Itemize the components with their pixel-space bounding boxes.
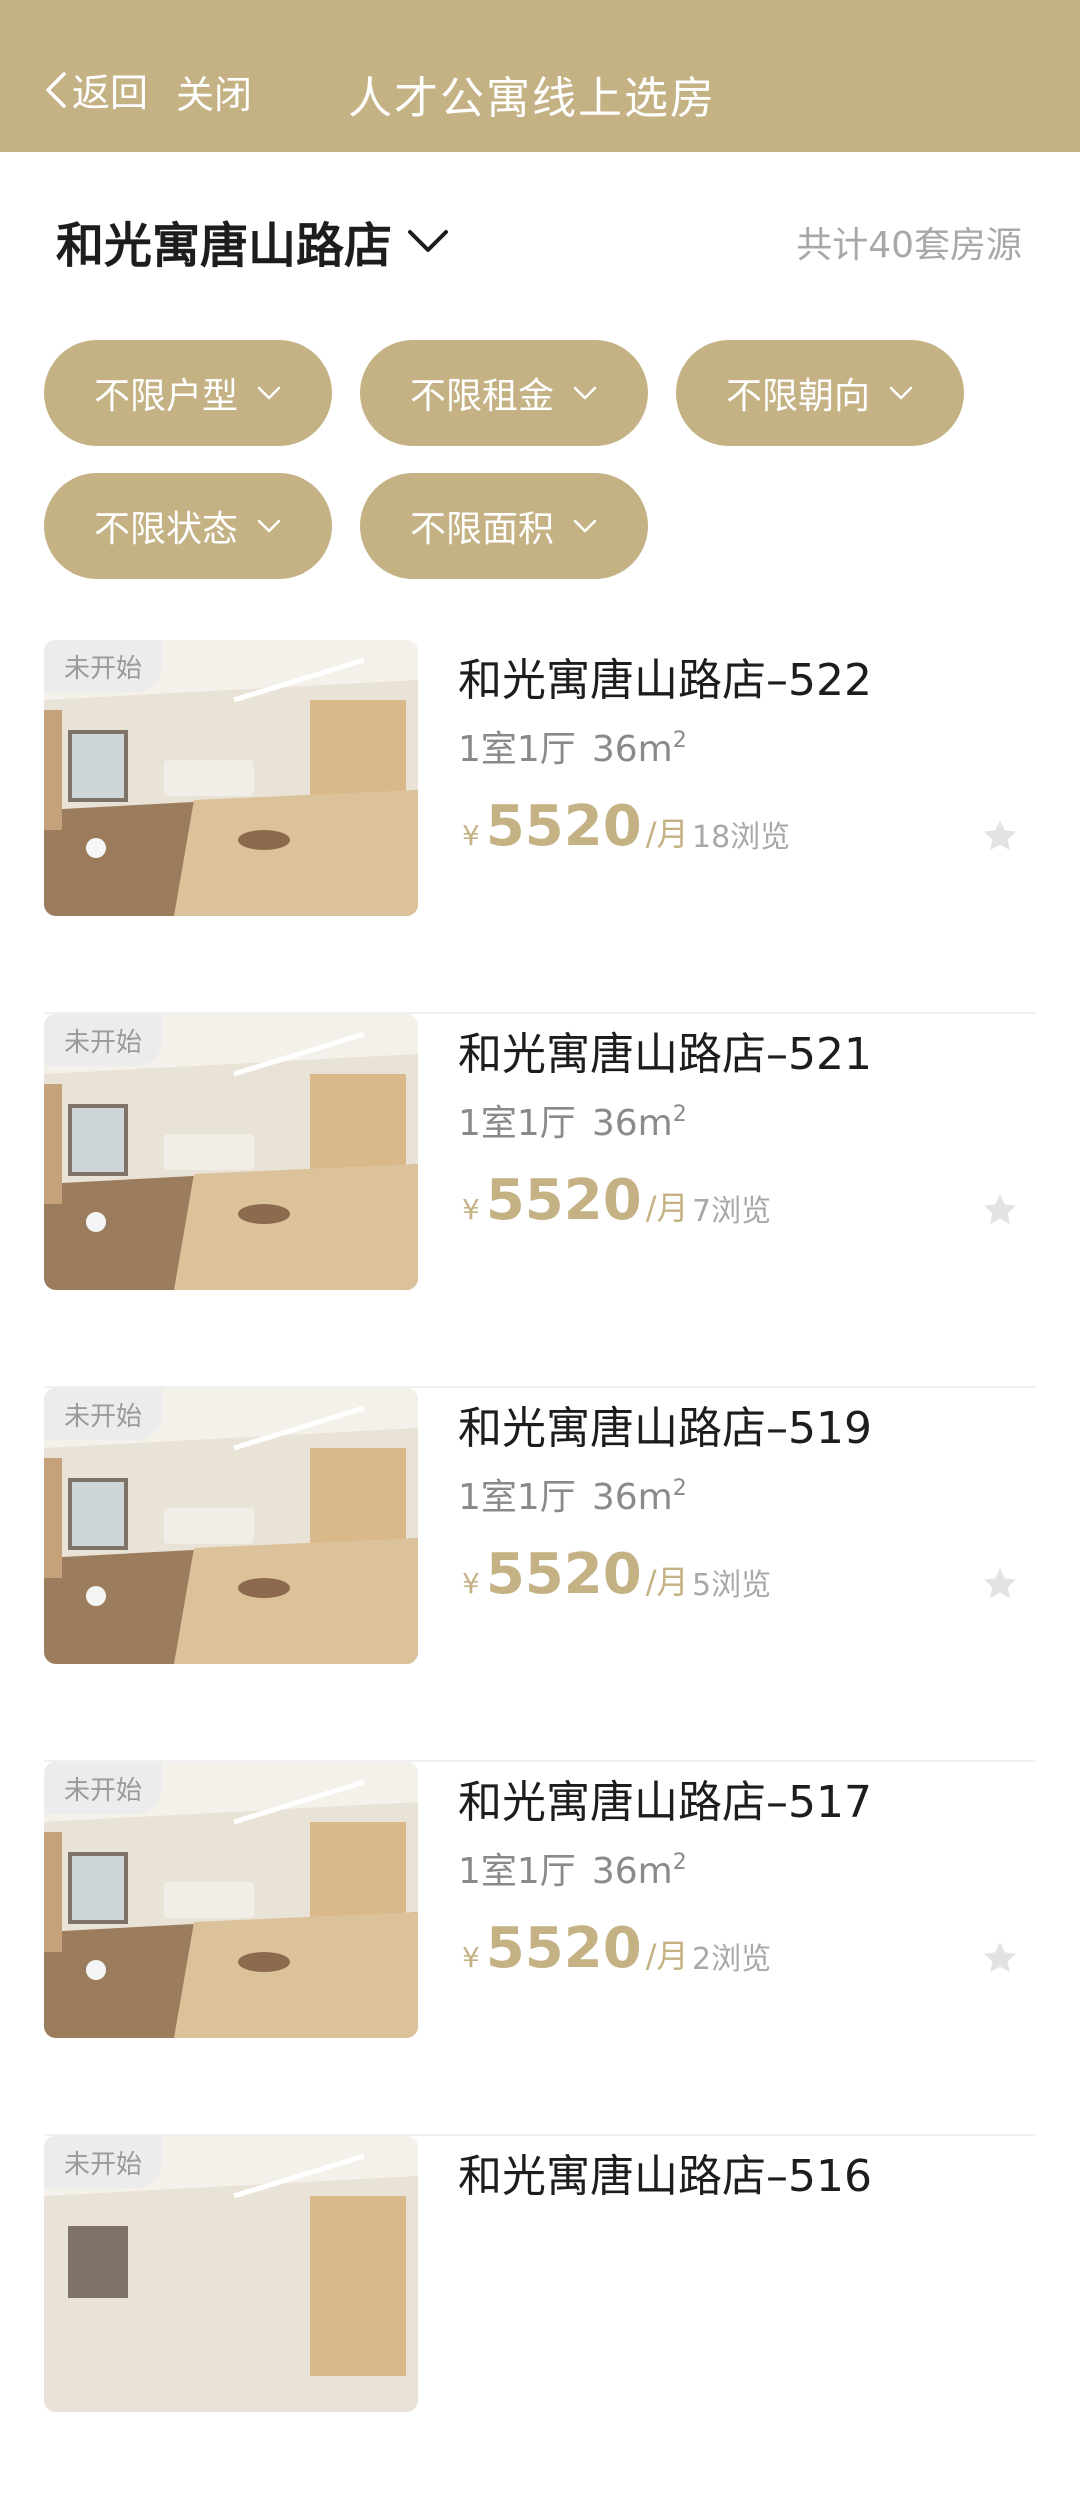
listing-item[interactable]: 未开始 和光寓唐山路店–522 1室1厅 36m2 ¥ 5520 /月 18浏览 xyxy=(0,640,1080,1014)
chevron-down-icon xyxy=(257,386,281,400)
filter-chip-layout[interactable]: 不限户型 xyxy=(44,340,332,446)
view-count: 7浏览 xyxy=(692,1194,772,1229)
chevron-left-icon xyxy=(46,71,66,108)
room-photo[interactable]: 未开始 xyxy=(44,1762,418,2038)
close-button[interactable]: 关闭 xyxy=(176,64,252,119)
listing-price: ¥ 5520 /月 xyxy=(462,1916,688,1981)
listing-specs: 1室1厅 36m2 xyxy=(458,1468,687,1520)
chevron-down-icon xyxy=(408,230,449,252)
favorite-button[interactable] xyxy=(980,1938,1020,1978)
area-text: 36m2 xyxy=(591,1102,687,1144)
filter-chip-rent[interactable]: 不限租金 xyxy=(360,340,648,446)
price-amount: 5520 xyxy=(485,1542,642,1607)
listing-specs: 1室1厅 36m2 xyxy=(458,720,687,772)
favorite-button[interactable] xyxy=(980,1190,1020,1230)
area-text: 36m2 xyxy=(591,1850,687,1892)
area-text: 36m2 xyxy=(591,728,687,770)
listing-title[interactable]: 和光寓唐山路店–522 xyxy=(458,644,872,708)
price-amount: 5520 xyxy=(485,794,642,859)
star-icon xyxy=(984,1942,1016,1973)
view-count: 5浏览 xyxy=(692,1568,772,1603)
top-bar: 返回 关闭 人才公寓线上选房 xyxy=(0,0,1080,152)
listing-item[interactable]: 未开始 和光寓唐山路店–516 xyxy=(0,2136,1080,2510)
price-unit: /月 xyxy=(645,1937,689,1975)
view-count: 2浏览 xyxy=(692,1942,772,1977)
listing-specs: 1室1厅 36m2 xyxy=(458,1842,687,1894)
store-selector[interactable]: 和光寓唐山路店 xyxy=(56,206,450,276)
listing-specs: 1室1厅 36m2 xyxy=(458,1094,687,1146)
filter-chip-status[interactable]: 不限状态 xyxy=(44,473,332,579)
price-amount: 5520 xyxy=(485,1168,642,1233)
layout-text: 1室1厅 xyxy=(458,1851,576,1892)
favorite-button[interactable] xyxy=(980,1564,1020,1604)
listing-item[interactable]: 未开始 和光寓唐山路店–517 1室1厅 36m2 ¥ 5520 /月 2浏览 xyxy=(0,1762,1080,2136)
currency-symbol: ¥ xyxy=(462,1567,480,1600)
store-row: 和光寓唐山路店 共计40套房源 xyxy=(0,200,1080,274)
status-badge: 未开始 xyxy=(44,1762,163,1814)
area-text: 36m2 xyxy=(591,1476,687,1518)
listing-price: ¥ 5520 /月 xyxy=(462,1542,688,1607)
view-count: 18浏览 xyxy=(692,820,791,855)
chevron-down-icon xyxy=(257,519,281,533)
listing-price: ¥ 5520 /月 xyxy=(462,794,688,859)
filter-chip-area[interactable]: 不限面积 xyxy=(360,473,648,579)
listing-title[interactable]: 和光寓唐山路店–516 xyxy=(458,2140,872,2204)
star-icon xyxy=(984,1194,1016,1225)
chevron-down-icon xyxy=(573,386,597,400)
page-title: 人才公寓线上选房 xyxy=(348,73,716,124)
currency-symbol: ¥ xyxy=(462,1941,480,1974)
filter-chip-label: 不限状态 xyxy=(93,509,238,550)
status-badge: 未开始 xyxy=(44,1388,163,1440)
listing-item[interactable]: 未开始 和光寓唐山路店–519 1室1厅 36m2 ¥ 5520 /月 5浏览 xyxy=(0,1388,1080,1762)
store-name: 和光寓唐山路店 xyxy=(56,218,393,274)
price-unit: /月 xyxy=(645,1189,689,1227)
layout-text: 1室1厅 xyxy=(458,729,576,770)
total-count: 共计40套房源 xyxy=(796,225,1022,266)
status-badge: 未开始 xyxy=(44,640,163,692)
price-unit: /月 xyxy=(645,1563,689,1601)
listing-item[interactable]: 未开始 和光寓唐山路店–521 1室1厅 36m2 ¥ 5520 /月 7浏览 xyxy=(0,1014,1080,1388)
layout-text: 1室1厅 xyxy=(458,1477,576,1518)
filter-chip-label: 不限朝向 xyxy=(725,376,870,417)
chevron-down-icon xyxy=(573,519,597,533)
listing-title[interactable]: 和光寓唐山路店–517 xyxy=(458,1766,872,1830)
favorite-button[interactable] xyxy=(980,816,1020,856)
room-photo[interactable]: 未开始 xyxy=(44,1014,418,1290)
chevron-down-icon xyxy=(889,386,913,400)
filter-chip-label: 不限租金 xyxy=(409,376,554,417)
currency-symbol: ¥ xyxy=(462,819,480,852)
filter-chip-label: 不限面积 xyxy=(409,509,554,550)
listing-title[interactable]: 和光寓唐山路店–521 xyxy=(458,1018,872,1082)
listing-price: ¥ 5520 /月 xyxy=(462,1168,688,1233)
room-photo[interactable]: 未开始 xyxy=(44,640,418,916)
price-amount: 5520 xyxy=(485,1916,642,1981)
status-badge: 未开始 xyxy=(44,1014,163,1066)
back-label: 返回 xyxy=(72,71,149,115)
currency-symbol: ¥ xyxy=(462,1193,480,1226)
back-button[interactable]: 返回 xyxy=(42,62,148,117)
star-icon xyxy=(984,820,1016,851)
filter-chip-orientation[interactable]: 不限朝向 xyxy=(676,340,964,446)
room-photo[interactable]: 未开始 xyxy=(44,1388,418,1664)
price-unit: /月 xyxy=(645,815,689,853)
layout-text: 1室1厅 xyxy=(458,1103,576,1144)
filter-chip-label: 不限户型 xyxy=(93,376,238,417)
listing-title[interactable]: 和光寓唐山路店–519 xyxy=(458,1392,872,1456)
star-icon xyxy=(984,1568,1016,1599)
room-photo[interactable]: 未开始 xyxy=(44,2136,418,2412)
status-badge: 未开始 xyxy=(44,2136,163,2188)
